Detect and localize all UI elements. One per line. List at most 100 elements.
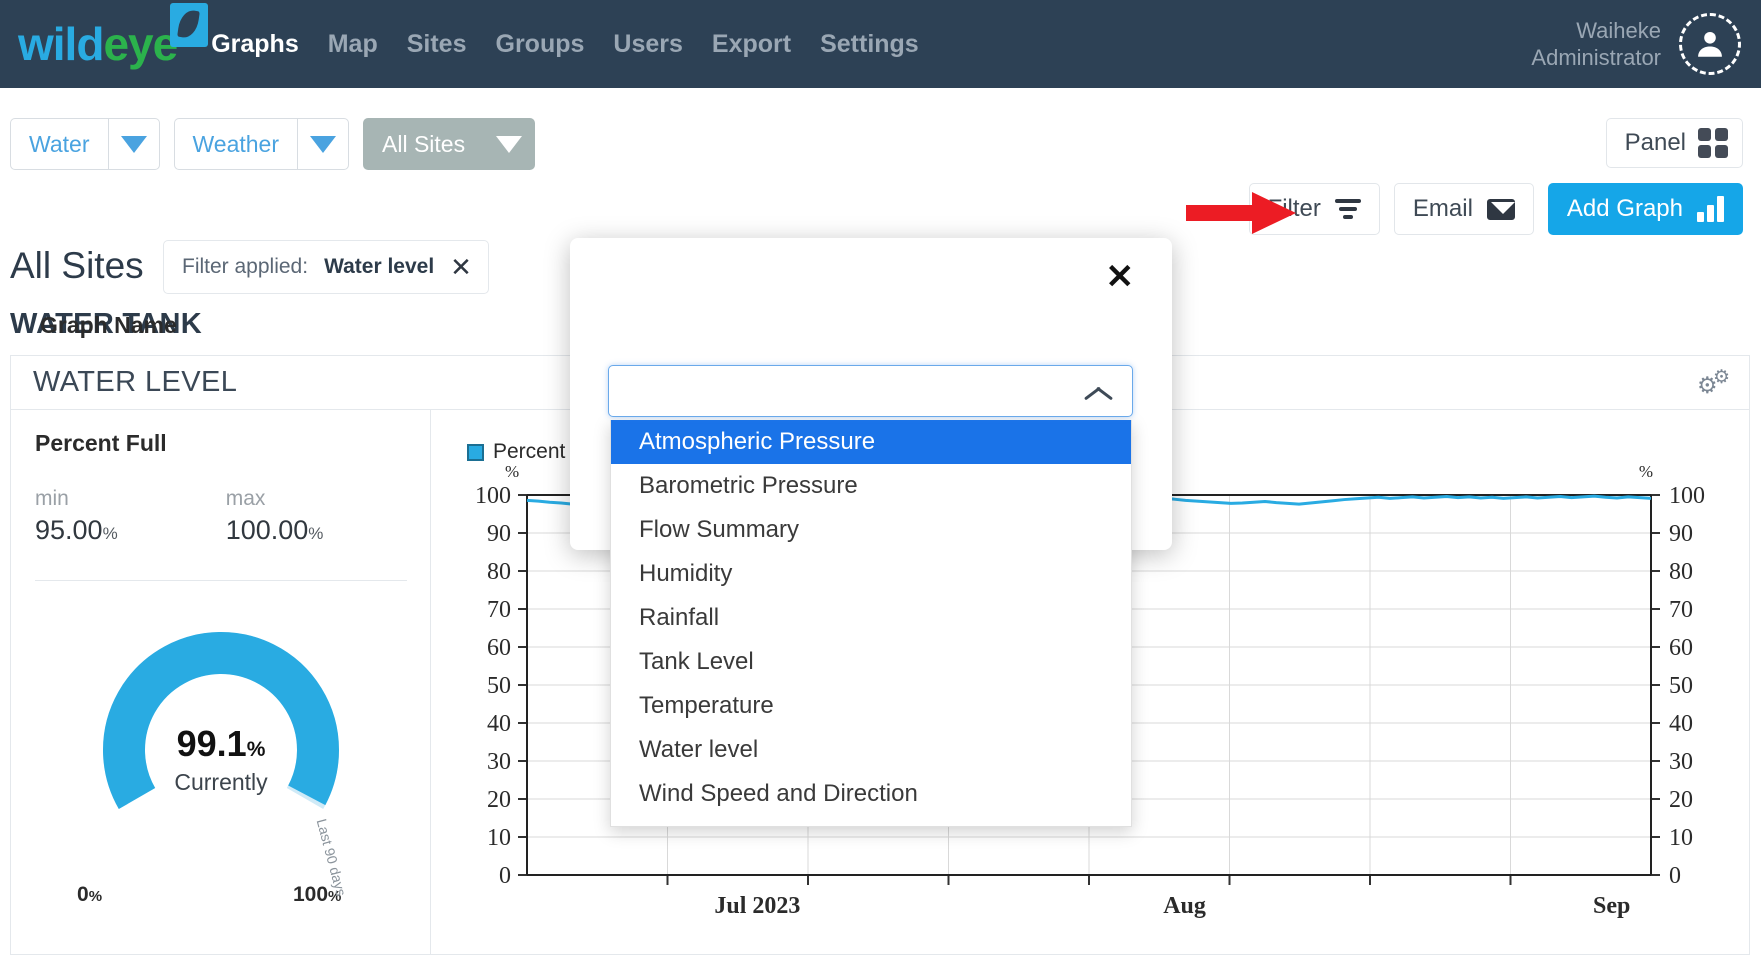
svg-text:Aug: Aug (1163, 893, 1206, 919)
svg-text:30: 30 (487, 749, 511, 775)
filter-applied-chip: Filter applied: Water level ✕ (163, 240, 489, 294)
nav-links: Graphs Map Sites Groups Users Export Set… (211, 30, 919, 59)
user-menu[interactable]: Waiheke Administrator (1531, 0, 1741, 88)
gauge-min-label-wrap: 0% (77, 883, 102, 907)
selector-water[interactable]: Water (10, 118, 160, 170)
dropdown-option-atmospheric-pressure[interactable]: Atmospheric Pressure (611, 420, 1131, 464)
filter-chip-value: Water level (324, 255, 434, 279)
dropdown-option-tank-level[interactable]: Tank Level (611, 640, 1131, 684)
svg-text:Sep: Sep (1593, 893, 1630, 919)
selector-weather-label[interactable]: Weather (174, 118, 298, 170)
svg-text:0: 0 (499, 863, 511, 889)
stats-heading: Percent Full (35, 430, 406, 457)
gauge-value-unit: % (247, 738, 266, 761)
filter-funnel-icon (1335, 199, 1361, 219)
add-graph-button[interactable]: Add Graph (1548, 183, 1743, 235)
top-navigation-bar: wildeye Graphs Map Sites Groups Users Ex… (0, 0, 1761, 88)
stat-max-value: 100.00 (226, 515, 309, 545)
dropdown-option-water-level[interactable]: Water level (611, 728, 1131, 772)
dropdown-option-barometric-pressure[interactable]: Barometric Pressure (611, 464, 1131, 508)
nav-item-sites[interactable]: Sites (407, 30, 467, 59)
stat-max-unit: % (308, 524, 323, 543)
chevron-up-icon[interactable] (1084, 383, 1112, 399)
dropdown-option-flow-summary[interactable]: Flow Summary (611, 508, 1131, 552)
stat-min-value: 95.00 (35, 515, 103, 545)
bar-chart-icon (1697, 196, 1724, 222)
action-toolbar: Filter Email Add Graph (1249, 183, 1743, 235)
gauge-max-label: 100 (293, 883, 328, 906)
graph-name-field-label: Graph Name (40, 312, 177, 339)
svg-text:60: 60 (487, 635, 511, 661)
gauge-min-unit: % (89, 888, 102, 905)
gear-icon[interactable]: ⚙⚙ (1697, 368, 1731, 398)
svg-text:70: 70 (487, 597, 511, 623)
nav-item-export[interactable]: Export (712, 30, 791, 59)
stat-min: min 95.00% (35, 487, 118, 546)
nav-item-users[interactable]: Users (613, 30, 683, 59)
dropdown-option-rainfall[interactable]: Rainfall (611, 596, 1131, 640)
filter-chip-label: Filter applied: (182, 255, 308, 279)
nav-item-groups[interactable]: Groups (496, 30, 585, 59)
brand-logo[interactable]: wildeye (18, 21, 177, 67)
gauge-min-label: 0 (77, 883, 89, 906)
svg-text:0: 0 (1669, 863, 1681, 889)
close-x-icon[interactable]: ✕ (450, 254, 472, 280)
user-name: Waiheke Administrator (1531, 17, 1661, 72)
gauge-subtitle: Currently (11, 769, 431, 796)
svg-text:10: 10 (1669, 825, 1693, 851)
svg-text:100: 100 (475, 483, 511, 509)
grid-2x2-icon (1698, 128, 1728, 158)
stats-pane: Percent Full min 95.00% max 100.00% (11, 410, 431, 955)
graph-name-input[interactable] (608, 365, 1133, 417)
page-title: All Sites (10, 245, 144, 287)
stat-min-value-wrap: 95.00% (35, 515, 118, 546)
panel-button-label: Panel (1625, 129, 1686, 157)
nav-item-graphs[interactable]: Graphs (211, 30, 299, 59)
svg-text:50: 50 (1669, 673, 1693, 699)
selector-weather[interactable]: Weather (174, 118, 350, 170)
svg-text:40: 40 (1669, 711, 1693, 737)
brand-text-part1: wild (18, 18, 103, 70)
svg-text:90: 90 (487, 521, 511, 547)
stat-min-unit: % (103, 524, 118, 543)
selector-water-chevron-down-icon[interactable] (108, 118, 160, 170)
svg-text:10: 10 (487, 825, 511, 851)
graph-card-title: WATER LEVEL (33, 366, 237, 399)
leaf-icon (170, 3, 208, 47)
dropdown-option-temperature[interactable]: Temperature (611, 684, 1131, 728)
stat-max: max 100.00% (226, 487, 324, 546)
stat-max-value-wrap: 100.00% (226, 515, 324, 546)
nav-item-map[interactable]: Map (328, 30, 378, 59)
gauge-value: 99.1 (177, 723, 247, 764)
user-avatar-icon[interactable] (1679, 13, 1741, 75)
selector-all-sites[interactable]: All Sites (363, 118, 535, 170)
add-graph-button-label: Add Graph (1567, 195, 1683, 223)
dropdown-option-wind-speed-and-direction[interactable]: Wind Speed and Direction (611, 772, 1131, 816)
gauge-value-wrap: 99.1% (11, 723, 431, 765)
dropdown-option-humidity[interactable]: Humidity (611, 552, 1131, 596)
svg-text:90: 90 (1669, 521, 1693, 547)
selector-water-label[interactable]: Water (10, 118, 108, 170)
svg-text:80: 80 (487, 559, 511, 585)
nav-item-settings[interactable]: Settings (820, 30, 919, 59)
email-button-label: Email (1413, 195, 1473, 223)
selector-all-sites-label[interactable]: All Sites (363, 118, 483, 170)
app-root: wildeye Graphs Map Sites Groups Users Ex… (0, 0, 1761, 965)
selector-weather-chevron-down-icon[interactable] (297, 118, 349, 170)
modal-close-x-icon[interactable]: ✕ (1106, 260, 1135, 294)
email-button[interactable]: Email (1394, 183, 1534, 235)
svg-text:80: 80 (1669, 559, 1693, 585)
selector-all-sites-chevron-down-icon[interactable] (483, 118, 535, 170)
svg-text:100: 100 (1669, 483, 1705, 509)
svg-text:40: 40 (487, 711, 511, 737)
svg-text:20: 20 (1669, 787, 1693, 813)
envelope-icon (1487, 199, 1515, 220)
min-max-stats: min 95.00% max 100.00% (35, 487, 406, 546)
svg-text:30: 30 (1669, 749, 1693, 775)
percent-full-gauge: 99.1% Currently 0% 100% Last 90 days (11, 605, 431, 935)
red-arrow-annotation-icon (1186, 192, 1296, 234)
graph-name-dropdown-list: Atmospheric Pressure Barometric Pressure… (610, 420, 1132, 827)
brand-text-part2: eye (103, 18, 177, 70)
svg-text:50: 50 (487, 673, 511, 699)
panel-button[interactable]: Panel (1606, 118, 1743, 168)
